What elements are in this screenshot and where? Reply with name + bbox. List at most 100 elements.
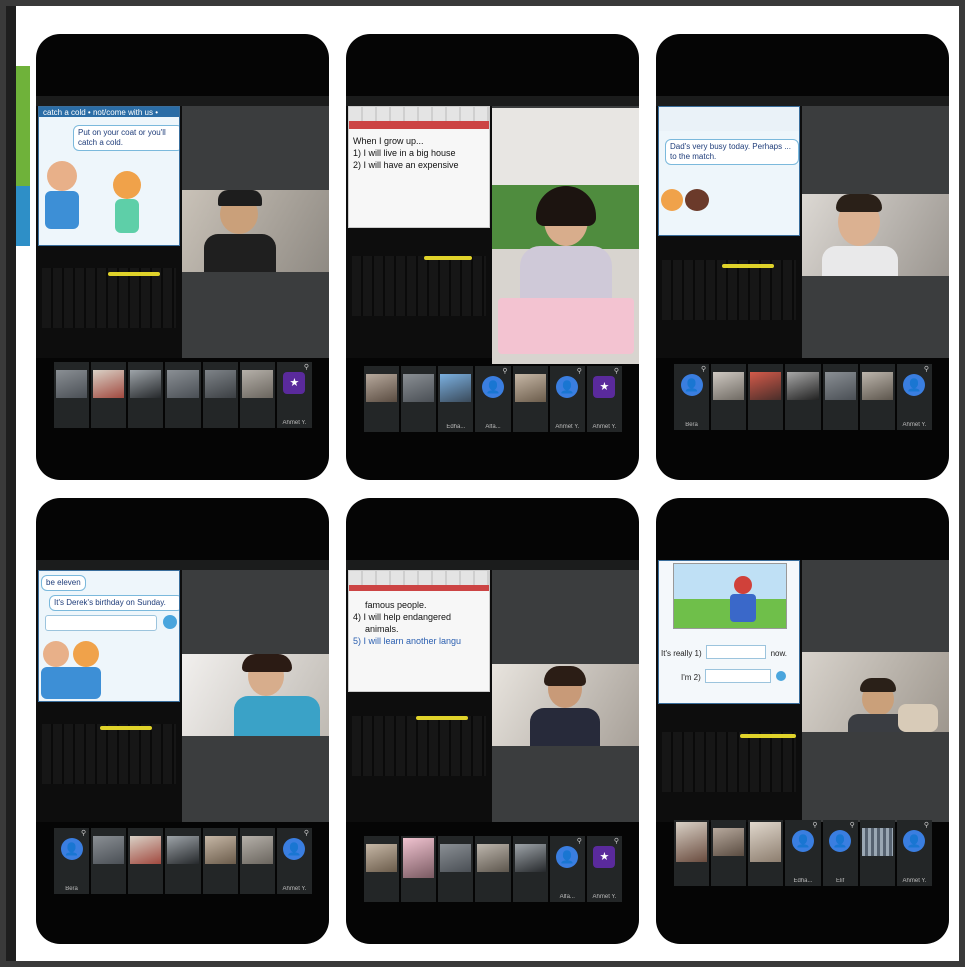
participant-strip[interactable]: ⚲ 👤 Bera ⚲ 👤 Ahmet Y.	[674, 364, 932, 430]
meeting-stage: catch a cold • not/come with us • Put on…	[36, 96, 329, 358]
participant-tile[interactable]	[128, 828, 164, 894]
student-cap	[218, 190, 262, 206]
participant-tile[interactable]	[438, 836, 474, 902]
participant-tile[interactable]: ⚲ 👤 Edha...	[785, 820, 821, 886]
open-book	[498, 298, 634, 354]
participant-tile[interactable]	[401, 836, 437, 902]
participant-strip[interactable]: ⚲ 👤 Bera ⚲ 👤 Ahmet Y.	[54, 828, 312, 894]
cartoon-boy	[43, 641, 69, 667]
pin-icon: ⚲	[613, 368, 619, 375]
cartoon-girl	[113, 171, 141, 199]
participant-tile[interactable]	[475, 836, 511, 902]
answer-field[interactable]	[705, 668, 772, 683]
participant-name: Ahmet Y.	[592, 894, 617, 900]
participant-tile[interactable]	[364, 366, 400, 432]
avatar-icon: 👤	[791, 830, 814, 852]
phone-screenshot-3: Dad's very busy today. Perhaps ... to th…	[656, 34, 949, 480]
phone-screenshot-4: be eleven It's Derek's birthday on Sunda…	[36, 498, 329, 944]
slide-speech-bubble: Put on your coat or you'll catch a cold.	[73, 125, 179, 151]
pin-icon: ⚲	[923, 822, 929, 829]
participant-name: Ahmet Y.	[592, 424, 617, 430]
participant-tile[interactable]	[239, 362, 275, 428]
cartoon-girl	[685, 189, 709, 211]
slide-line: 5) I will learn another langu	[353, 636, 462, 646]
participant-tile[interactable]	[91, 828, 127, 894]
participant-name: Edha...	[793, 878, 813, 884]
participant-tile[interactable]: ⚲ 👤 Ahmet Y.	[896, 820, 932, 886]
cartoon-girl	[73, 641, 99, 667]
participant-name: Ahmet Y.	[902, 878, 927, 884]
participant-tile[interactable]	[165, 828, 201, 894]
participant-tile[interactable]	[785, 364, 821, 430]
participant-tile[interactable]	[165, 362, 201, 428]
participant-tile[interactable]	[512, 836, 548, 902]
avatar-icon: 👤	[903, 830, 926, 852]
participant-tile[interactable]: ⚲ 👤 Alfa...	[549, 836, 585, 902]
phone-screenshot-5: famous people. 4) I will help endangered…	[346, 498, 639, 944]
participant-tile[interactable]	[401, 366, 437, 432]
chair	[898, 704, 938, 732]
participant-tile[interactable]: ⚲ 👤 Ahmet Y.	[276, 828, 312, 894]
participant-tile[interactable]: ⚲ 👤 Bera	[674, 364, 710, 430]
participant-name: Alfa...	[559, 894, 575, 900]
participant-tile[interactable]	[54, 362, 90, 428]
lesson-illustration	[673, 563, 787, 629]
participant-tile[interactable]	[202, 828, 238, 894]
participant-strip[interactable]: ⚲ 👤 Edha... ⚲ 👤 Elif ⚲ 👤 Ahmet Y.	[674, 820, 932, 886]
participant-name: Bera	[65, 886, 78, 892]
participant-tile[interactable]	[711, 364, 747, 430]
participant-tile[interactable]	[202, 362, 238, 428]
participant-tile[interactable]: ⚲ 👤 Bera	[54, 828, 90, 894]
participant-tile[interactable]	[512, 366, 548, 432]
avatar-icon: 👤	[556, 846, 579, 868]
slide-line: 1) I will live in a big house	[353, 148, 456, 158]
slide-line: animals.	[365, 624, 399, 634]
participant-tile[interactable]: ⚲ ★ Ahmet Y.	[586, 366, 622, 432]
answer-field[interactable]	[706, 644, 767, 659]
meeting-stage: famous people. 4) I will help endangered…	[346, 560, 639, 822]
participant-tile[interactable]	[859, 364, 895, 430]
shared-screen: catch a cold • not/come with us • Put on…	[36, 106, 182, 358]
pin-icon: ⚲	[613, 838, 619, 845]
participant-tile[interactable]	[128, 362, 164, 428]
pin-icon: ⚲	[849, 822, 855, 829]
participant-tile[interactable]	[239, 828, 275, 894]
participant-strip[interactable]: ⚲ 👤 Alfa... ⚲ ★ Ahmet Y.	[364, 836, 622, 902]
check-icon[interactable]	[163, 615, 177, 629]
participant-tile[interactable]: Edha...	[438, 366, 474, 432]
slide-line: 4) I will help endangered	[353, 612, 452, 622]
participant-tile[interactable]	[711, 820, 747, 886]
meeting-stage: be eleven It's Derek's birthday on Sunda…	[36, 560, 329, 822]
answer-field[interactable]	[45, 615, 157, 631]
participant-tile[interactable]: ⚲ ★ Ahmet Y.	[276, 362, 312, 428]
collage-frame: catch a cold • not/come with us • Put on…	[6, 6, 959, 961]
meeting-stage: It's really 1) now. I'm 2)	[656, 560, 949, 822]
participant-tile[interactable]	[364, 836, 400, 902]
keyboard-reflection	[352, 256, 486, 316]
participant-tile[interactable]: ⚲ 👤 Elif	[822, 820, 858, 886]
pin-icon: ⚲	[303, 364, 309, 371]
participant-tile[interactable]	[674, 820, 710, 886]
participant-tile[interactable]: ⚲ 👤 Ahmet Y.	[896, 364, 932, 430]
participant-strip[interactable]: ⚲ ★ Ahmet Y.	[54, 362, 312, 428]
participant-name: Elif	[835, 878, 845, 884]
lesson-slide: It's really 1) now. I'm 2)	[658, 560, 800, 704]
phone-screenshot-1: catch a cold • not/come with us • Put on…	[36, 34, 329, 480]
participant-tile[interactable]: ⚲ 👤 Ahmet Y.	[549, 366, 585, 432]
shared-screen: be eleven It's Derek's birthday on Sunda…	[36, 570, 182, 822]
participant-tile[interactable]: ⚲ ★ Ahmet Y.	[586, 836, 622, 902]
participant-tile[interactable]	[748, 364, 784, 430]
participant-tile[interactable]	[748, 820, 784, 886]
avatar-icon: 👤	[680, 374, 703, 396]
participant-tile[interactable]	[822, 364, 858, 430]
phone-screenshot-6: It's really 1) now. I'm 2) ⚲ 👤 Edha... ⚲…	[656, 498, 949, 944]
slide-speech-bubble: It's Derek's birthday on Sunday.	[49, 595, 179, 611]
participant-tile[interactable]: ⚲ 👤 Alfa...	[475, 366, 511, 432]
participant-tile[interactable]	[91, 362, 127, 428]
student-video	[802, 194, 949, 276]
check-icon[interactable]	[775, 670, 786, 681]
participant-tile[interactable]	[859, 820, 895, 886]
edge-decoration	[16, 66, 30, 186]
slide-top-label: be eleven	[41, 575, 86, 591]
participant-strip[interactable]: Edha... ⚲ 👤 Alfa... ⚲ 👤 Ahmet Y. ⚲ ★ Ahmet Y.	[364, 366, 622, 432]
